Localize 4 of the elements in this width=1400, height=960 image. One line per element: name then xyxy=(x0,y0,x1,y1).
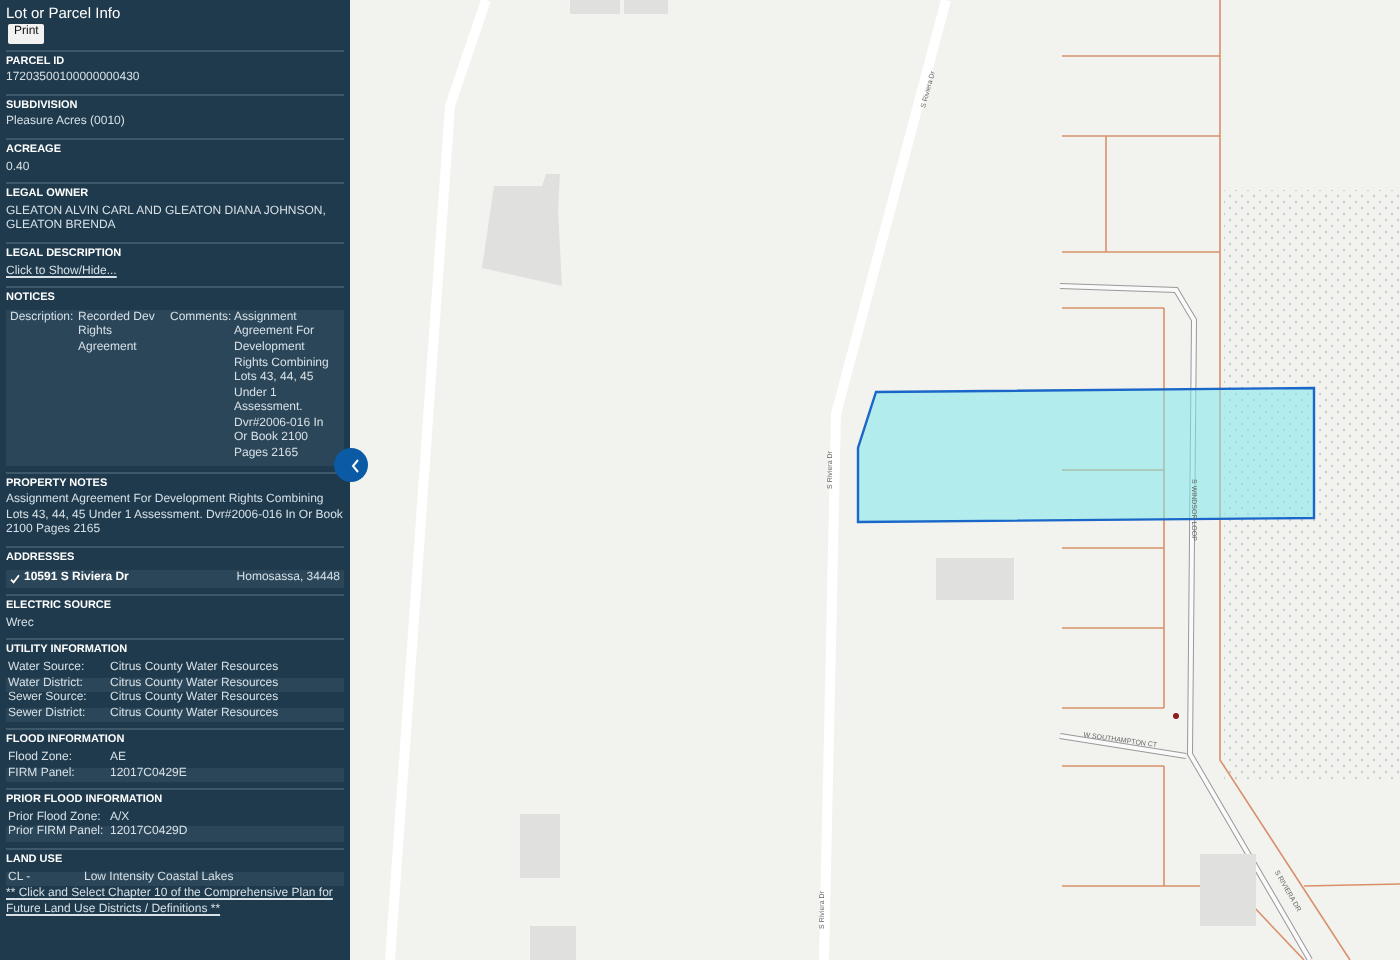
collapse-panel-button[interactable] xyxy=(334,448,368,482)
chevron-left-icon xyxy=(350,457,362,473)
marker-dot xyxy=(1173,713,1179,719)
building xyxy=(1200,854,1256,926)
